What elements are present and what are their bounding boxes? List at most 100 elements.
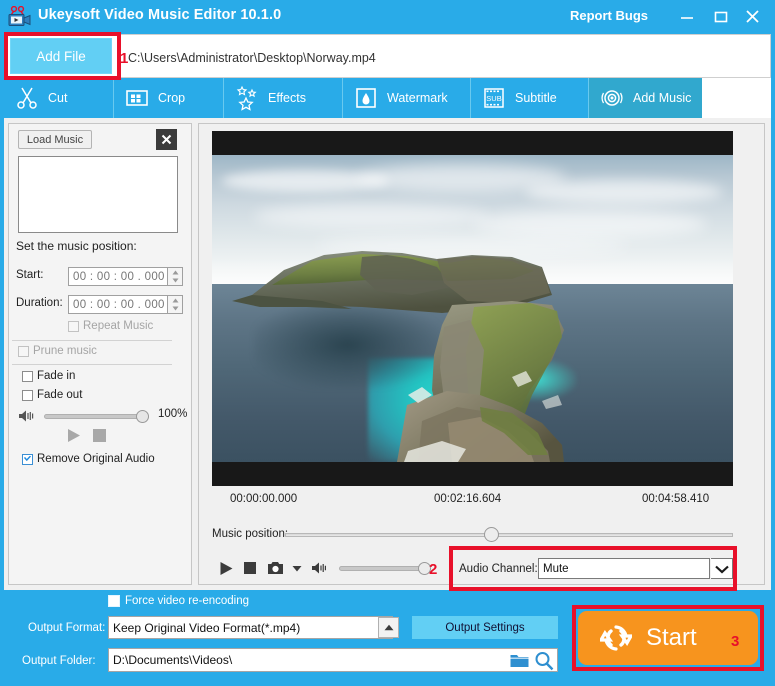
fade-out-checkbox[interactable] (22, 389, 33, 401)
report-bugs-link[interactable]: Report Bugs (570, 8, 648, 23)
refresh-circular-arrows-icon (600, 622, 632, 654)
movie-camera-icon (8, 5, 32, 28)
speaker-icon (18, 409, 36, 428)
video-frame-image (212, 155, 733, 462)
window-title: Ukeysoft Video Music Editor 10.1.0 (38, 7, 282, 23)
close-music-icon[interactable] (156, 129, 177, 150)
start-label: Start: (16, 269, 44, 281)
preview-stop-button[interactable] (236, 562, 264, 574)
tab-watermark[interactable]: Watermark (343, 78, 471, 118)
tab-label: Effects (268, 91, 306, 105)
tab-label: Crop (158, 91, 186, 105)
letterbox-bottom (212, 462, 733, 486)
prune-music-label: Prune music (33, 345, 97, 357)
snapshot-camera-icon[interactable] (264, 561, 286, 575)
divider (12, 364, 172, 365)
set-music-position-label: Set the music position: (16, 239, 137, 253)
magnifier-icon[interactable] (534, 651, 554, 676)
folder-icon[interactable] (510, 653, 529, 673)
application-window: Ukeysoft Video Music Editor 10.1.0 Repor… (0, 0, 775, 686)
letterbox-top (212, 131, 733, 155)
duration-label: Duration: (16, 297, 63, 309)
preview-play-button[interactable] (216, 561, 236, 576)
close-icon[interactable] (742, 6, 764, 28)
music-list-box[interactable] (18, 156, 178, 233)
music-preview-controls (66, 428, 126, 444)
tab-label: Watermark (387, 91, 448, 105)
start-time-row: Start: 00 : 00 : 00 . 000 (16, 267, 186, 286)
time-start: 00:00:00.000 (230, 493, 298, 505)
tab-add-music[interactable]: Add Music (589, 78, 702, 118)
repeat-music-label: Repeat Music (83, 320, 154, 332)
title-bar: Ukeysoft Video Music Editor 10.1.0 Repor… (0, 0, 775, 34)
svg-text:SUB: SUB (486, 94, 501, 103)
triangle-up-icon[interactable] (378, 617, 399, 638)
duration-row: Duration: 00 : 00 : 00 . 000 (16, 295, 186, 314)
music-volume-slider[interactable] (44, 414, 149, 419)
music-position-label: Music position: (212, 528, 289, 540)
tab-cut[interactable]: Cut (4, 78, 114, 118)
tab-label: Add Music (633, 91, 692, 105)
remove-original-audio-label: Remove Original Audio (37, 453, 155, 465)
music-volume-knob[interactable] (136, 410, 149, 423)
snapshot-dropdown-icon[interactable] (286, 565, 308, 572)
audio-channel-value[interactable]: Mute (538, 558, 710, 579)
tab-label: Cut (48, 91, 68, 105)
duration-input[interactable]: 00 : 00 : 00 . 000 (68, 295, 168, 314)
output-settings-button[interactable]: Output Settings (412, 616, 558, 639)
maximize-icon[interactable] (710, 6, 732, 28)
music-position-knob[interactable] (484, 527, 499, 542)
fade-in-checkbox[interactable] (22, 370, 33, 382)
minimize-icon[interactable] (676, 6, 698, 28)
output-format-label: Output Format: (28, 622, 106, 634)
file-path-bar (4, 34, 771, 78)
tab-effects[interactable]: Effects (224, 78, 343, 118)
load-music-button[interactable]: Load Music (18, 130, 92, 149)
chevron-down-icon[interactable] (711, 558, 733, 579)
remove-original-audio-row[interactable]: Remove Original Audio (22, 453, 155, 465)
duration-stepper[interactable] (168, 295, 183, 314)
output-format-value[interactable]: Keep Original Video Format(*.mp4) (108, 616, 393, 639)
preview-volume-knob[interactable] (418, 562, 431, 575)
fade-in-label: Fade in (37, 370, 76, 382)
fade-in-checkbox-row[interactable]: Fade in (22, 370, 75, 382)
scissors-icon (14, 85, 40, 111)
stepper-down-icon[interactable] (168, 277, 182, 286)
output-folder-label: Output Folder: (22, 655, 96, 667)
repeat-music-checkbox[interactable] (68, 320, 79, 332)
tab-subtitle[interactable]: SUB Subtitle (471, 78, 589, 118)
prune-music-checkbox[interactable] (18, 345, 29, 357)
music-position-slider[interactable] (285, 533, 733, 537)
force-reencoding-row[interactable]: Force video re-encoding (108, 595, 249, 607)
music-disc-icon (599, 85, 625, 111)
start-button-label: Start (646, 624, 697, 651)
tab-bar-filler (702, 78, 771, 118)
fade-out-checkbox-row[interactable]: Fade out (22, 389, 82, 401)
music-volume-row[interactable]: 100% (18, 408, 187, 428)
prune-music-checkbox-row[interactable]: Prune music (18, 345, 97, 357)
stars-icon (234, 85, 260, 111)
force-reencoding-checkbox[interactable] (108, 595, 120, 607)
start-time-stepper[interactable] (168, 267, 183, 286)
time-current: 00:02:16.604 (434, 493, 502, 505)
video-preview[interactable] (212, 131, 733, 486)
output-folder-value[interactable]: D:\Documents\Videos\ (108, 648, 558, 672)
crop-grid-icon (124, 85, 150, 111)
preview-speaker-icon[interactable] (308, 561, 332, 575)
force-reencoding-label: Force video re-encoding (125, 595, 250, 607)
stepper-down-icon[interactable] (168, 305, 182, 314)
music-stop-button[interactable] (93, 429, 106, 442)
preview-volume-slider[interactable] (339, 566, 427, 571)
audio-channel-label: Audio Channel: (459, 563, 538, 575)
start-button[interactable]: Start (578, 611, 758, 665)
remove-original-audio-checkbox[interactable] (22, 453, 33, 465)
preview-controls (216, 558, 332, 578)
start-time-input[interactable]: 00 : 00 : 00 . 000 (68, 267, 168, 286)
repeat-music-checkbox-row[interactable]: Repeat Music (68, 320, 153, 332)
stepper-up-icon[interactable] (168, 296, 182, 305)
music-play-button[interactable] (66, 428, 82, 443)
timeline-labels: 00:00:00.000 00:02:16.604 00:04:58.410 (212, 493, 733, 507)
add-file-button[interactable]: Add File (10, 38, 112, 74)
stepper-up-icon[interactable] (168, 268, 182, 277)
tab-crop[interactable]: Crop (114, 78, 224, 118)
